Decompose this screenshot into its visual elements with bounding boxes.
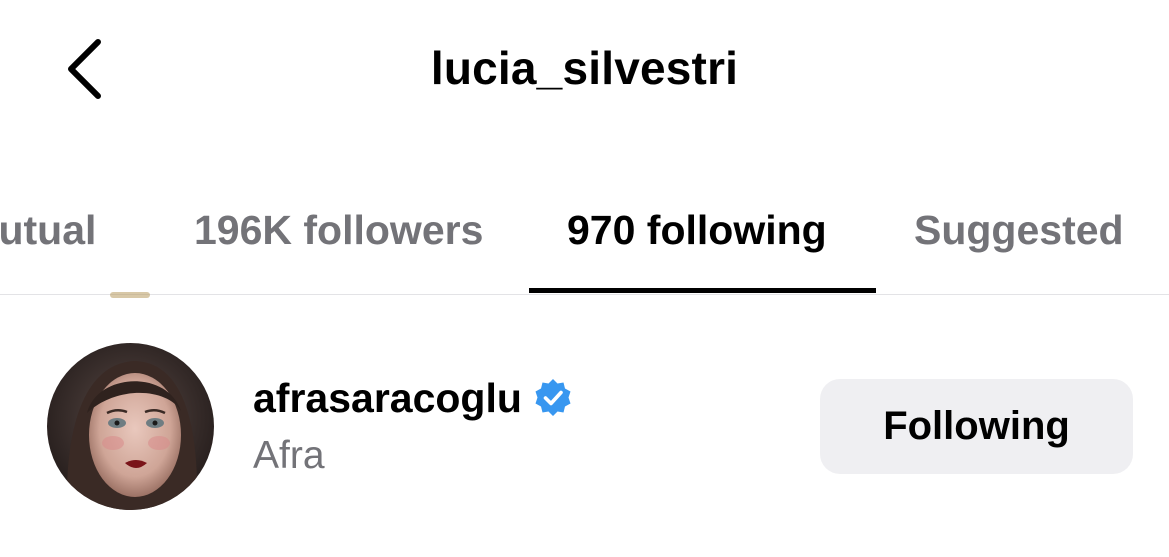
- tab-following[interactable]: 970 following: [567, 200, 827, 260]
- display-name: Afra: [253, 434, 325, 477]
- tab-mutual[interactable]: mutual: [0, 200, 96, 260]
- username-line: afrasaracoglu: [253, 373, 574, 423]
- page-title: lucia_silvestri: [430, 42, 739, 94]
- username[interactable]: afrasaracoglu: [253, 373, 522, 423]
- following-button[interactable]: Following: [820, 379, 1133, 474]
- tab-bar: mutual 196K followers 970 following Sugg…: [0, 190, 1169, 295]
- active-tab-indicator: [529, 288, 876, 293]
- top-nav-bar: lucia_silvestri: [0, 0, 1169, 140]
- verified-badge-icon: [532, 377, 574, 419]
- tab-suggested[interactable]: Suggested: [914, 200, 1124, 260]
- avatar[interactable]: [47, 343, 214, 510]
- tab-followers[interactable]: 196K followers: [194, 200, 483, 260]
- list-item[interactable]: afrasaracoglu Afra Following: [0, 295, 1169, 557]
